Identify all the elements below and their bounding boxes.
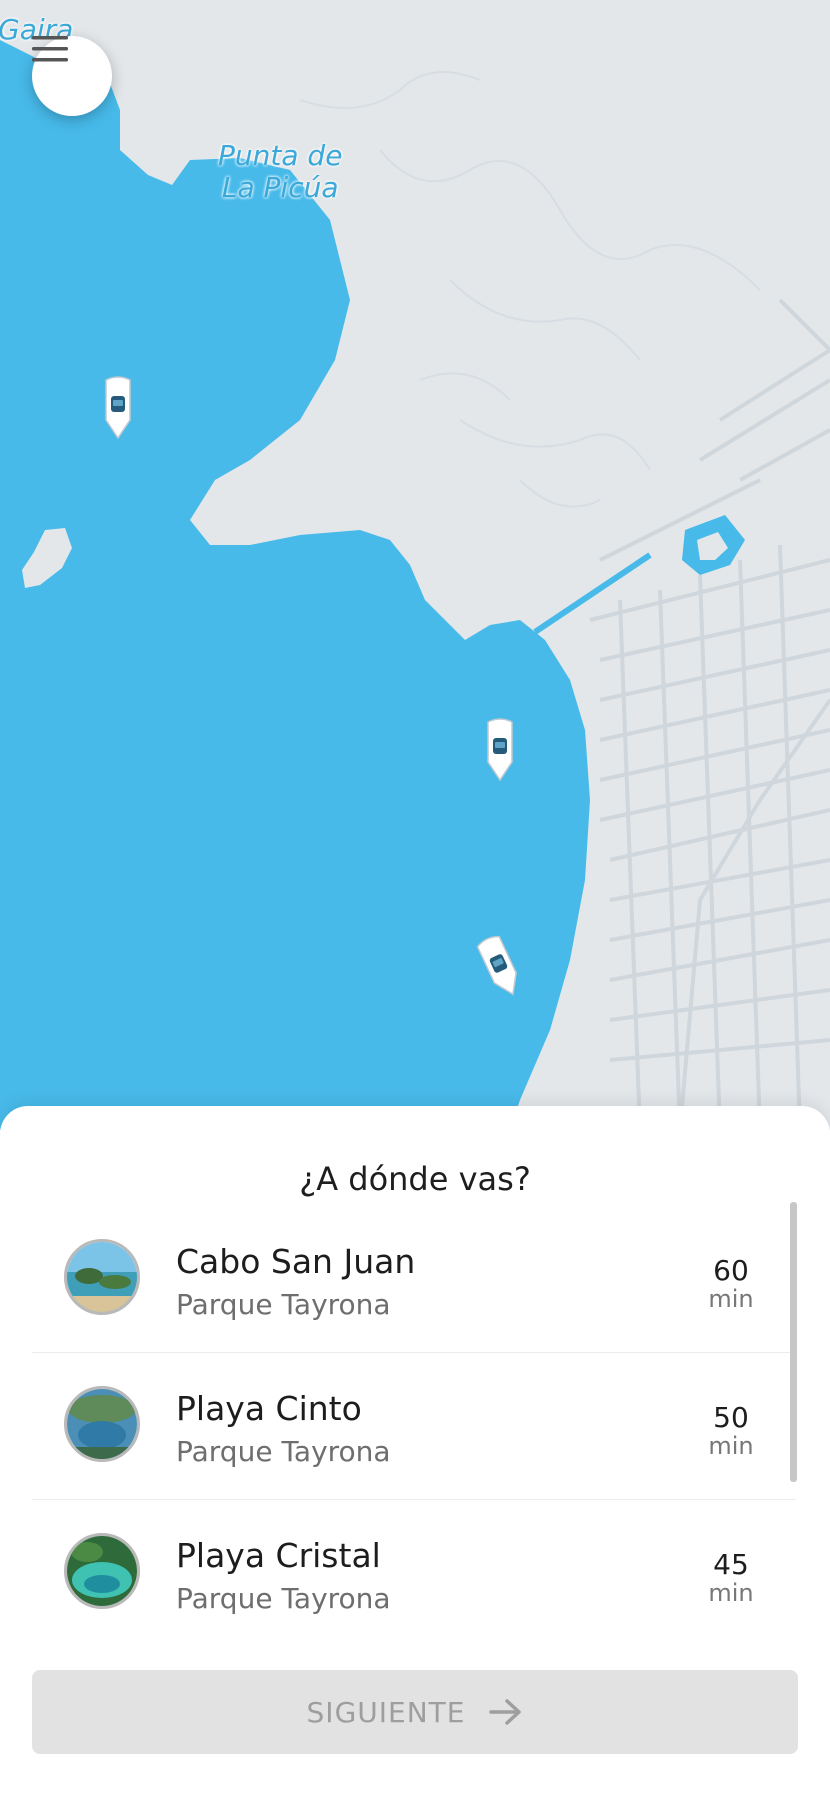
destination-time-unit: min — [708, 1432, 754, 1460]
destination-name: Cabo San Juan — [176, 1242, 416, 1281]
arrow-right-icon — [489, 1699, 522, 1725]
destination-item-playa-cristal[interactable]: Playa Cristal Parque Tayrona 45 min — [32, 1500, 796, 1646]
destination-time: 50 min — [696, 1401, 766, 1460]
destination-time: 45 min — [696, 1548, 766, 1607]
next-button[interactable]: SIGUIENTE — [32, 1670, 798, 1754]
map-label-line: Punta de — [218, 139, 343, 172]
hamburger-menu-icon — [32, 36, 68, 62]
destination-thumbnail — [64, 1533, 140, 1609]
next-button-label: SIGUIENTE — [306, 1695, 466, 1729]
list-scrollbar[interactable] — [790, 1202, 797, 1482]
map-label-line: La Picúa — [221, 171, 339, 204]
destination-time-unit: min — [708, 1579, 754, 1607]
map[interactable]: Gaira Punta de La Picúa — [0, 0, 830, 1130]
destination-sheet: ¿A dónde vas? Cabo San Juan Parque Tayro… — [0, 1106, 830, 1802]
map-label-punta-de-la-picua: Punta de La Picúa — [218, 140, 342, 204]
destination-thumbnail — [64, 1239, 140, 1315]
destination-time: 60 min — [696, 1254, 766, 1313]
sheet-title: ¿A dónde vas? — [299, 1160, 531, 1198]
destination-thumbnail — [64, 1386, 140, 1462]
destination-time-value: 50 — [713, 1401, 749, 1434]
destination-item-cabo-san-juan[interactable]: Cabo San Juan Parque Tayrona 60 min — [32, 1206, 796, 1353]
destination-time-unit: min — [708, 1285, 754, 1313]
destination-time-value: 45 — [713, 1548, 749, 1581]
destination-name: Playa Cristal — [176, 1536, 381, 1575]
destination-subtitle: Parque Tayrona — [176, 1582, 391, 1615]
destination-subtitle: Parque Tayrona — [176, 1435, 391, 1468]
destination-item-playa-cinto[interactable]: Playa Cinto Parque Tayrona 50 min — [32, 1353, 796, 1500]
destination-subtitle: Parque Tayrona — [176, 1288, 391, 1321]
map-canvas — [0, 0, 830, 1130]
destination-list: Cabo San Juan Parque Tayrona 60 min Play… — [32, 1206, 796, 1646]
menu-button[interactable] — [32, 36, 112, 116]
destination-time-value: 60 — [713, 1254, 749, 1287]
destination-name: Playa Cinto — [176, 1389, 362, 1428]
